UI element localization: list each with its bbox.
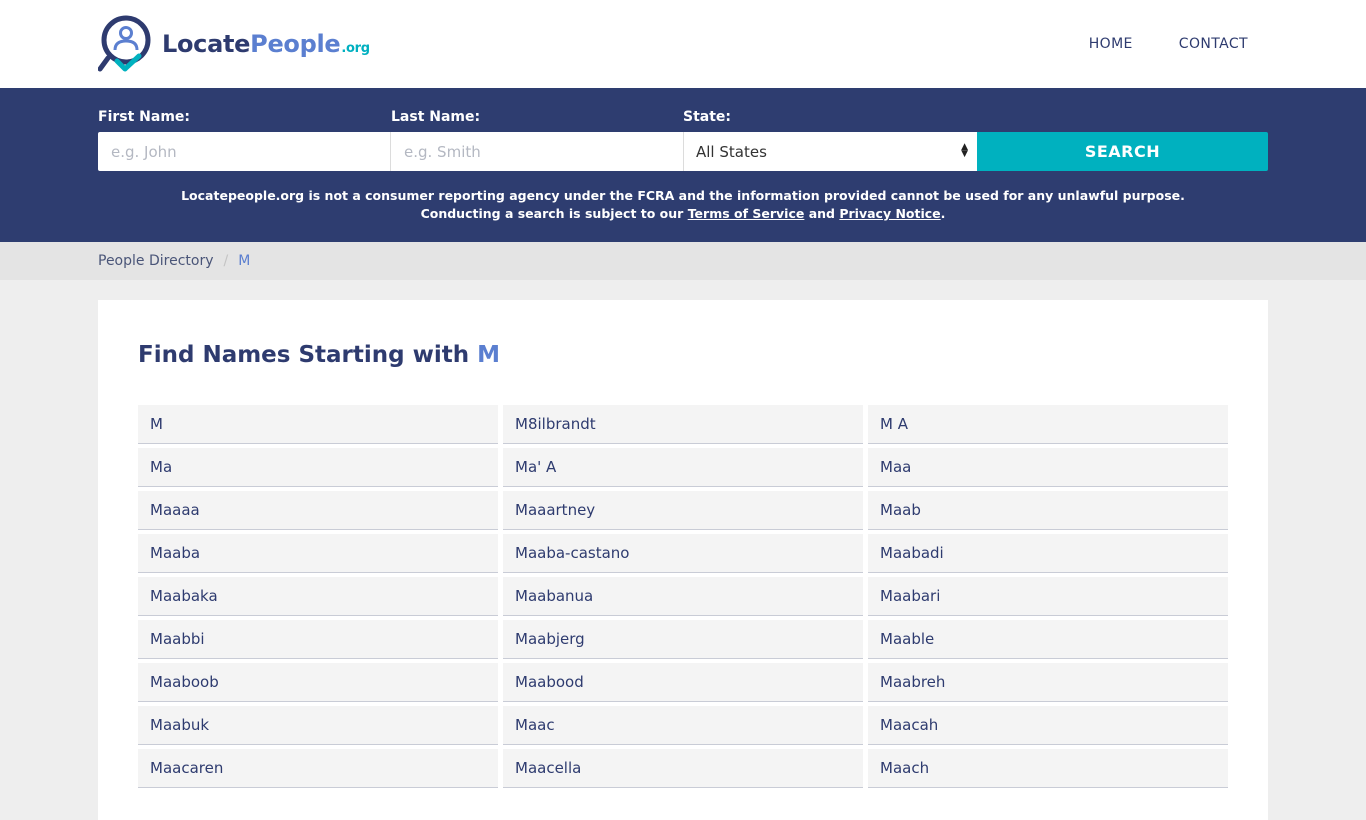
name-link[interactable]: Maacaren (138, 749, 498, 788)
name-link[interactable]: Maabreh (868, 663, 1228, 702)
search-band: First Name: Last Name: State: All States… (0, 88, 1366, 242)
terms-of-service-link[interactable]: Terms of Service (688, 206, 805, 221)
top-bar: LocatePeople.org HOME CONTACT (0, 0, 1366, 88)
main-nav: HOME CONTACT (1089, 0, 1248, 88)
site-logo[interactable]: LocatePeople.org (98, 14, 370, 74)
breadcrumb-current: M (238, 253, 251, 269)
name-link[interactable]: Maabari (868, 577, 1228, 616)
last-name-label: Last Name: (391, 109, 481, 125)
name-link[interactable]: Maab (868, 491, 1228, 530)
disclaimer-line-2: Conducting a search is subject to our Te… (420, 206, 946, 221)
name-link[interactable]: M (138, 405, 498, 444)
nav-home-link[interactable]: HOME (1089, 36, 1133, 52)
name-link[interactable]: Maac (503, 706, 863, 745)
name-link[interactable]: Maabadi (868, 534, 1228, 573)
breadcrumb: People Directory / M (98, 242, 250, 280)
name-link[interactable]: Maabaka (138, 577, 498, 616)
location-person-icon (98, 15, 151, 72)
search-form: All States ▲▼ SEARCH (98, 132, 1268, 171)
fcra-disclaimer: Locatepeople.org is not a consumer repor… (0, 187, 1366, 223)
name-link[interactable]: Maach (868, 749, 1228, 788)
select-arrows-icon: ▲ ▼ (961, 142, 968, 159)
name-link[interactable]: Maacella (503, 749, 863, 788)
name-link[interactable]: M8ilbrandt (503, 405, 863, 444)
breadcrumb-separator: / (223, 253, 229, 269)
name-link[interactable]: Maable (868, 620, 1228, 659)
first-name-input[interactable] (98, 132, 391, 171)
logo-wordmark: LocatePeople.org (162, 30, 370, 58)
name-link[interactable]: Ma' A (503, 448, 863, 487)
search-button[interactable]: SEARCH (977, 132, 1268, 171)
name-link[interactable]: Maabbi (138, 620, 498, 659)
breadcrumb-bar: People Directory / M (0, 242, 1366, 280)
name-link[interactable]: Maaboob (138, 663, 498, 702)
name-link[interactable]: Ma (138, 448, 498, 487)
name-link[interactable]: M A (868, 405, 1228, 444)
name-link[interactable]: Maaba (138, 534, 498, 573)
privacy-notice-link[interactable]: Privacy Notice (839, 206, 940, 221)
breadcrumb-people-directory[interactable]: People Directory (98, 253, 214, 269)
names-card: Find Names Starting with M M M8ilbrandt M … (98, 300, 1268, 820)
name-link[interactable]: Maaartney (503, 491, 863, 530)
nav-contact-link[interactable]: CONTACT (1179, 36, 1248, 52)
page-title: Find Names Starting with M (138, 342, 501, 368)
state-label: State: (683, 109, 732, 125)
name-link[interactable]: Maabood (503, 663, 863, 702)
name-link[interactable]: Maa (868, 448, 1228, 487)
first-name-label: First Name: (98, 109, 191, 125)
name-link[interactable]: Maabjerg (503, 620, 863, 659)
last-name-input[interactable] (391, 132, 684, 171)
names-grid: M M8ilbrandt M A Ma Ma' A Maa Maaaa Maaartney Ma… (138, 405, 1228, 788)
name-link[interactable]: Maabuk (138, 706, 498, 745)
name-link[interactable]: Maabanua (503, 577, 863, 616)
name-link[interactable]: Maaba-castano (503, 534, 863, 573)
state-select-value: All States (696, 142, 767, 161)
state-select[interactable]: All States ▲ ▼ (684, 132, 977, 171)
disclaimer-line-1: Locatepeople.org is not a consumer repor… (181, 188, 1185, 203)
name-link[interactable]: Maacah (868, 706, 1228, 745)
name-link[interactable]: Maaaa (138, 491, 498, 530)
